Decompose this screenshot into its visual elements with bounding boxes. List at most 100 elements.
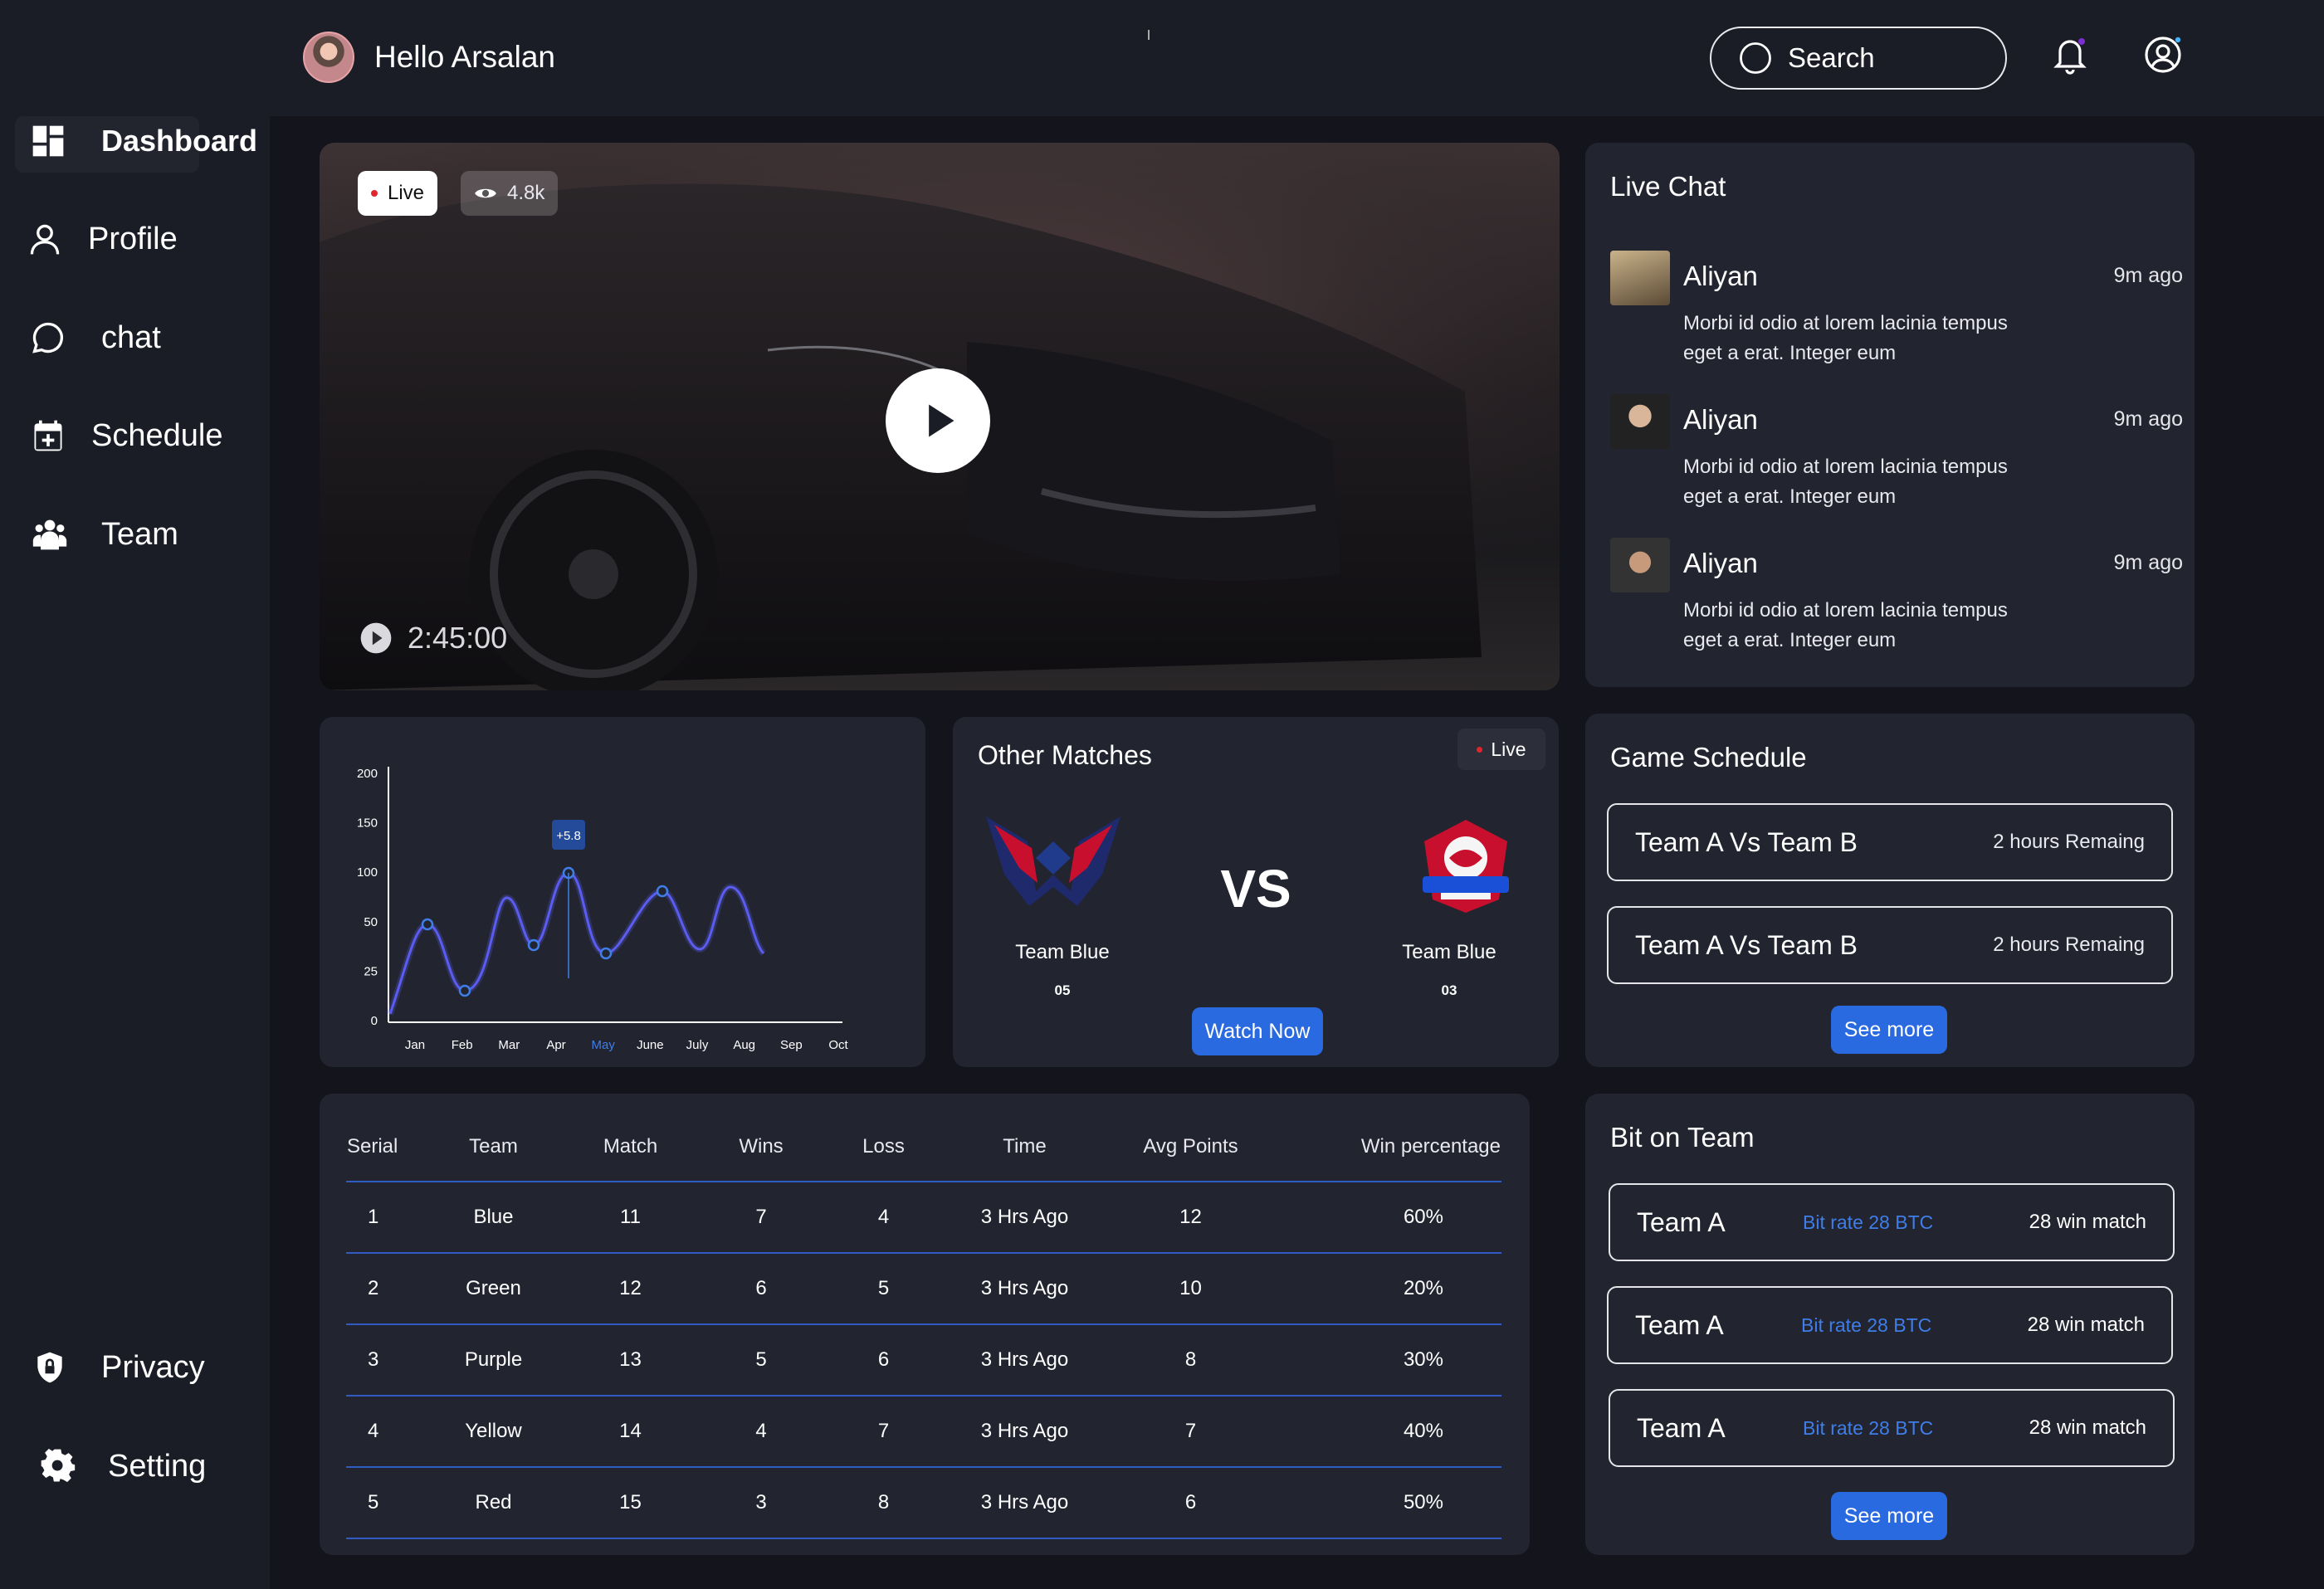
- schedule-row[interactable]: Team A Vs Team B 2 hours Remaing: [1607, 803, 2173, 881]
- user-icon: [30, 224, 60, 255]
- y-tick-label: 25: [364, 964, 378, 978]
- table-cell: 13: [558, 1324, 703, 1396]
- series-line: [388, 871, 765, 1015]
- table-row[interactable]: 4 Yellow 14 4 7 3 Hrs Ago 7 40%: [346, 1396, 1501, 1468]
- duration-text: 2:45:00: [408, 621, 508, 655]
- chat-time: 9m ago: [2113, 264, 2183, 287]
- schedule-row[interactable]: Team A Vs Team B 2 hours Remaing: [1607, 906, 2173, 984]
- table-row[interactable]: 3 Purple 13 5 6 3 Hrs Ago 8 30%: [346, 1324, 1501, 1396]
- sidebar-item-privacy[interactable]: Privacy: [32, 1349, 205, 1386]
- team-icon: [32, 519, 67, 550]
- eye-icon: [475, 188, 496, 198]
- sidebar-item-schedule[interactable]: Schedule: [30, 417, 222, 454]
- table-cell: Green: [429, 1253, 558, 1325]
- bit-wins: 28 win match: [2029, 1416, 2146, 1439]
- chat-avatar: [1610, 394, 1670, 449]
- chat-icon: [32, 322, 63, 353]
- search-icon: [1740, 42, 1771, 74]
- chat-avatar: [1610, 538, 1670, 592]
- sidebar-item-label: Schedule: [91, 417, 223, 453]
- other-matches-card: Other Matches Live Team Blue 05 VS Team …: [953, 717, 1559, 1067]
- chat-message: Aliyan 9m ago Morbi id odio at lorem lac…: [1610, 251, 2183, 383]
- table-cell: 7: [819, 1396, 948, 1468]
- bit-on-team-card: Bit on Team Team A Bit rate 28 BTC 28 wi…: [1585, 1094, 2195, 1555]
- video-timer: 2:45:00: [359, 621, 507, 656]
- sidebar-item-chat[interactable]: chat: [30, 319, 161, 356]
- see-more-button[interactable]: See more: [1831, 1006, 1947, 1054]
- live-video-player[interactable]: Live 4.8k 2:45:00: [320, 143, 1560, 690]
- sidebar-item-label: Team: [101, 516, 178, 552]
- shield-icon: [37, 1352, 62, 1383]
- chat-time: 9m ago: [2113, 407, 2183, 431]
- column-header: Wins: [703, 1112, 819, 1182]
- bit-team: Team A: [1637, 1412, 1726, 1443]
- live-chat-title: Live Chat: [1610, 171, 1726, 202]
- see-more-button[interactable]: See more: [1831, 1492, 1947, 1540]
- chat-author: Aliyan: [1683, 404, 1758, 435]
- schedule-match: Team A Vs Team B: [1635, 826, 1858, 857]
- standings-table: Serial Team Match Wins Loss Time Avg Poi…: [346, 1112, 1501, 1539]
- team-right-logo-icon: [1423, 820, 1509, 913]
- table-cell: 2: [346, 1253, 429, 1325]
- column-header: Serial: [346, 1112, 429, 1182]
- table-cell: 14: [558, 1396, 703, 1468]
- search-input[interactable]: Search: [1710, 27, 2007, 90]
- x-tick-label: Feb: [452, 1038, 473, 1052]
- sidebar-item-label: Dashboard: [101, 124, 258, 158]
- play-icon: [929, 404, 954, 437]
- chat-text: Morbi id odio at lorem lacinia tempus eg…: [1683, 312, 2008, 364]
- sidebar-item-setting[interactable]: Setting: [40, 1448, 206, 1484]
- x-tick-label: Mar: [498, 1038, 520, 1052]
- sidebar-item-profile[interactable]: Profile: [27, 221, 178, 257]
- column-header: Match: [558, 1112, 703, 1182]
- table-cell: 40%: [1280, 1396, 1501, 1468]
- table-cell: 5: [346, 1467, 429, 1539]
- table-cell: Blue: [429, 1182, 558, 1254]
- y-tick-label: 150: [357, 816, 378, 831]
- table-cell: 3: [703, 1467, 819, 1539]
- table-cell: 4: [346, 1396, 429, 1468]
- sidebar-item-label: Setting: [108, 1448, 207, 1484]
- table-cell: Red: [429, 1467, 558, 1539]
- table-row[interactable]: 1 Blue 11 7 4 3 Hrs Ago 12 60%: [346, 1182, 1501, 1254]
- table-cell: 6: [1101, 1467, 1280, 1539]
- bit-row[interactable]: Team A Bit rate 28 BTC 28 win match: [1609, 1389, 2175, 1467]
- schedule-remaining: 2 hours Remaing: [1993, 831, 2145, 853]
- bit-team: Team A: [1635, 1309, 1724, 1340]
- watch-now-button[interactable]: Watch Now: [1192, 1007, 1323, 1055]
- search-placeholder: Search: [1788, 42, 1875, 73]
- column-header: Team: [429, 1112, 558, 1182]
- chat-avatar: [1610, 251, 1670, 305]
- account-icon[interactable]: [2143, 35, 2183, 75]
- chat-message: Aliyan 9m ago Morbi id odio at lorem lac…: [1610, 538, 2183, 670]
- table-row[interactable]: 5 Red 15 3 8 3 Hrs Ago 6 50%: [346, 1467, 1501, 1539]
- bit-row[interactable]: Team A Bit rate 28 BTC 28 win match: [1607, 1286, 2173, 1364]
- table-cell: 15: [558, 1467, 703, 1539]
- sidebar-item-label: chat: [101, 319, 161, 355]
- greeting: Hello Arsalan: [303, 32, 555, 83]
- bit-row[interactable]: Team A Bit rate 28 BTC 28 win match: [1609, 1183, 2175, 1261]
- table-cell: 1: [346, 1182, 429, 1254]
- column-header: Loss: [819, 1112, 948, 1182]
- gear-icon: [41, 1449, 76, 1483]
- table-cell: 6: [703, 1253, 819, 1325]
- other-matches-title: Other Matches: [978, 740, 1152, 770]
- table-cell: 11: [558, 1182, 703, 1254]
- bit-wins: 28 win match: [2029, 1211, 2146, 1233]
- play-button[interactable]: [886, 368, 990, 473]
- avatar[interactable]: [303, 32, 354, 83]
- team-left-logo-icon: [986, 816, 1120, 906]
- table-cell: 8: [819, 1467, 948, 1539]
- table-row[interactable]: 2 Green 12 6 5 3 Hrs Ago 10 20%: [346, 1253, 1501, 1325]
- live-chat-card: Live Chat Aliyan 9m ago Morbi id odio at…: [1585, 143, 2195, 687]
- sidebar-item-dashboard[interactable]: Dashboard: [30, 123, 257, 159]
- sidebar-item-team[interactable]: Team: [32, 516, 178, 553]
- table-cell: Yellow: [429, 1396, 558, 1468]
- notification-bell-icon[interactable]: [2050, 35, 2090, 75]
- calendar-icon: [34, 420, 62, 451]
- chat-author: Aliyan: [1683, 261, 1758, 291]
- y-tick-label: 0: [371, 1014, 378, 1028]
- chat-message: Aliyan 9m ago Morbi id odio at lorem lac…: [1610, 394, 2183, 527]
- live-label: Live: [1491, 738, 1526, 760]
- column-header: Time: [948, 1112, 1101, 1182]
